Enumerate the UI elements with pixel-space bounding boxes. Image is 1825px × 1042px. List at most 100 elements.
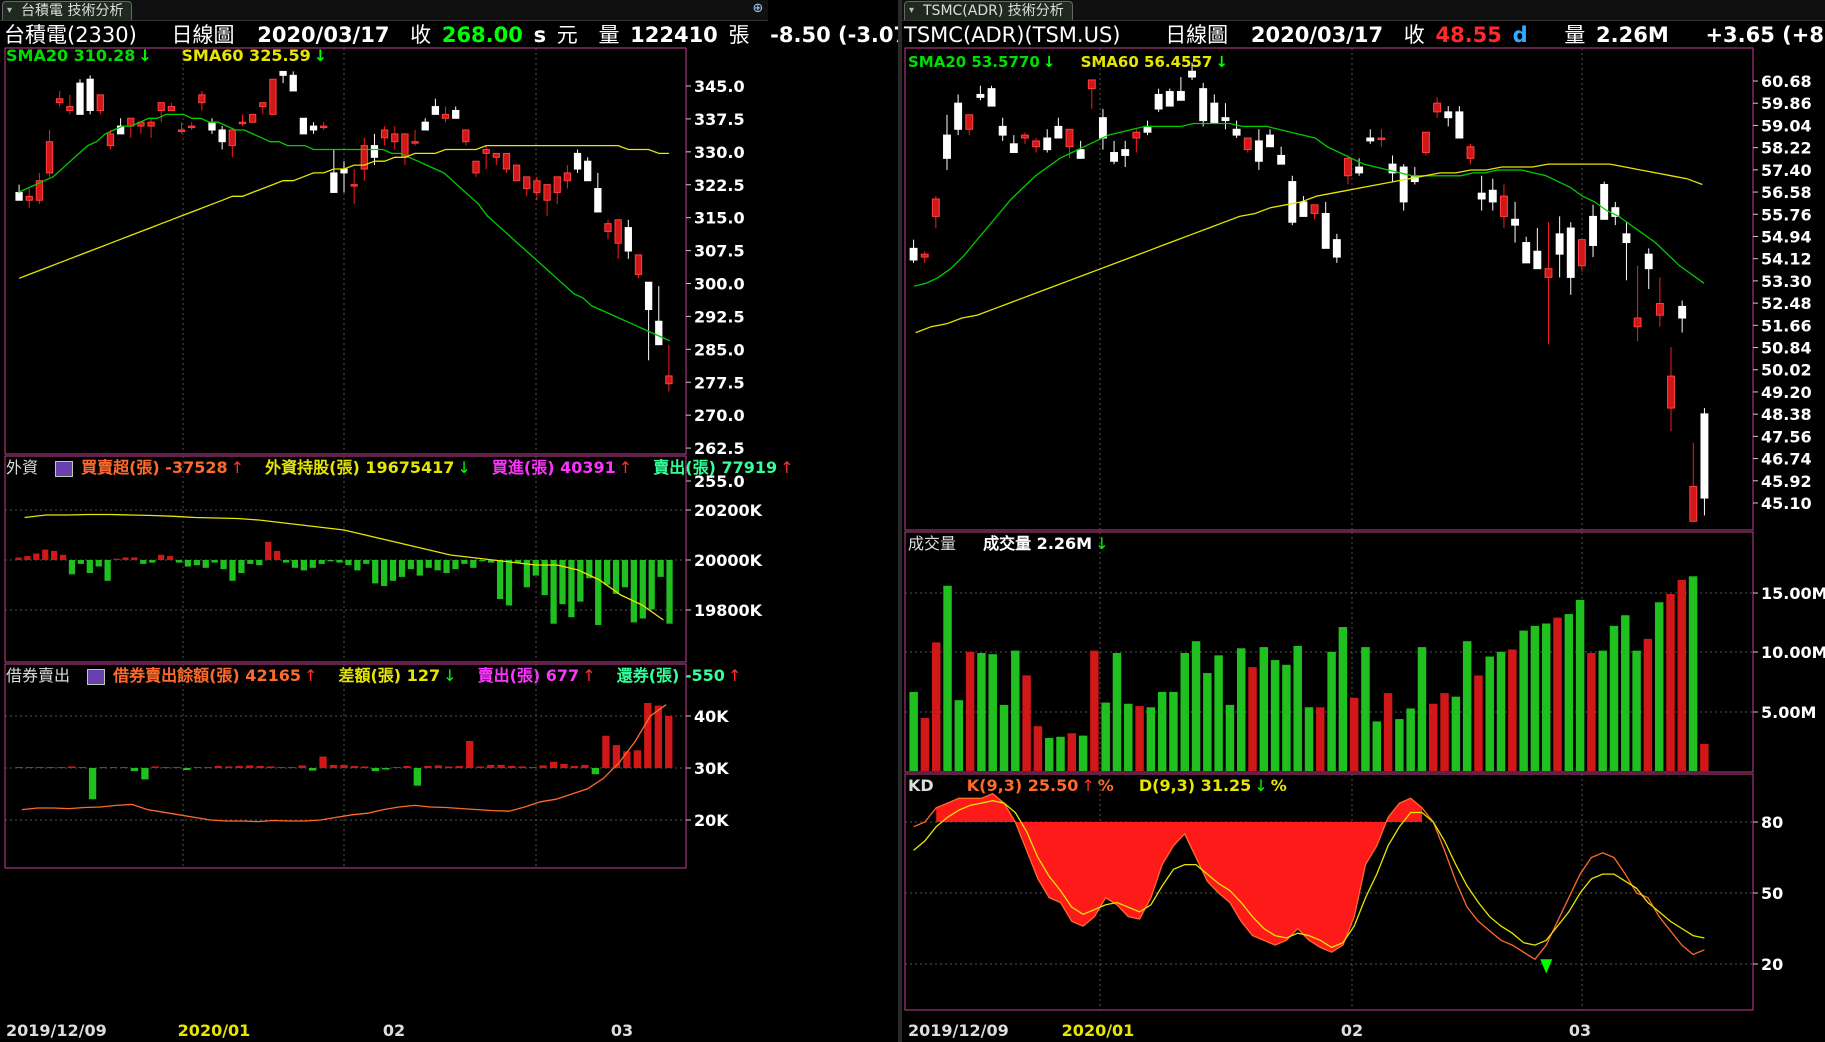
candle [1589,215,1597,246]
foreign-net-bar [345,560,352,566]
candle [289,74,297,92]
volume-bar [1417,647,1427,771]
lending-net-bar [539,765,547,768]
volume-bar [1395,719,1404,771]
right-price-tick: 52.48 [1761,294,1812,313]
candle [299,117,308,135]
foreign-net-bar [398,560,406,577]
foreign-net-bar [273,550,281,560]
volume-bar [1575,599,1585,771]
lending-net-bar [528,766,537,768]
foreign-net-bar [238,560,245,573]
foreign-net-bar [648,560,655,610]
lending-net-bar [602,735,610,768]
candle [157,102,165,111]
right-price-tick: 45.92 [1761,472,1812,491]
lending-net-bar [361,766,369,768]
candle [533,180,541,193]
candle [1243,137,1252,151]
candle [56,98,64,104]
candle [1600,183,1609,220]
foreign-net-bar [300,560,307,571]
volume-bar [1621,615,1630,771]
candle [1210,102,1219,124]
right-vol-tick: 15.00M [1761,584,1825,603]
candle [573,152,582,170]
lending-net-bar [371,768,380,772]
candle [931,198,940,217]
right-price-tick: 55.76 [1761,205,1812,224]
lending-net-bar [434,765,442,768]
candle [1466,146,1475,159]
lending-net-bar [623,751,631,768]
candle [976,93,985,98]
candle [920,253,929,258]
lending-net-bar [476,766,484,768]
foreign-net-bar [612,560,620,594]
candle [1165,91,1174,107]
candle [987,88,996,107]
candle [594,188,602,213]
candle [228,129,236,147]
candle [1032,140,1041,148]
volume-bar [1361,647,1370,771]
foreign-net-bar [639,560,646,619]
candle [218,129,226,143]
volume-bar [954,700,964,771]
candle [1143,125,1152,133]
candle [1511,218,1520,226]
lending-net-bar [424,765,432,768]
lending-net-bar [455,765,463,768]
candle [1043,137,1052,151]
candle [1310,204,1319,215]
volume-bar [1033,726,1043,771]
candle [472,160,480,174]
candle [584,160,592,182]
candle [1121,149,1130,156]
volume-bar [1203,673,1212,771]
foreign-net-bar [265,541,272,560]
candle [1332,239,1341,258]
candle [1622,233,1631,244]
right-price-tick: 49.20 [1761,383,1812,402]
volume-bar [1429,703,1438,771]
candle [1299,201,1308,217]
volume-bar [1485,656,1494,771]
right-price-tick: 47.56 [1761,427,1812,446]
volume-bar [1383,693,1393,771]
right-price-tick: 51.66 [1761,316,1812,335]
volume-bar [1632,650,1641,771]
volume-bar [1349,697,1359,771]
left-chart-canvas[interactable]: 345.0 337.5 330.0 322.5 315.0 307.5 300.0 292.5… [0,0,768,1042]
volume-bar [1530,625,1540,771]
lending-net-bar [88,768,97,800]
foreign-net-bar [15,557,22,560]
foreign-net-bar [354,560,361,571]
candle [411,141,419,144]
foreign-net-bar [363,560,370,564]
x-tick-label: 2019/12/09 [908,1021,1009,1040]
candle [1154,93,1163,110]
left-ind1-frame [4,455,687,663]
foreign-net-bar [425,560,432,568]
candle [391,133,399,143]
candle [421,121,429,131]
candle [553,176,561,193]
right-price-tick: 46.74 [1761,450,1812,469]
right-chart-canvas[interactable]: 60.68 59.86 59.04 58.22 57.40 56.58 55.76 54.94… [902,0,1825,1042]
candle [1199,88,1208,122]
foreign-net-bar [389,560,397,581]
foreign-net-bar [202,560,209,568]
volume-bar [1282,664,1291,771]
candle [1065,128,1074,148]
foreign-net-bar [42,549,49,560]
foreign-net-bar [452,560,459,570]
volume-bar [1587,653,1596,771]
candle [614,219,622,244]
lending-net-bar [130,768,139,772]
volume-bar [1157,691,1167,771]
candle [665,375,673,385]
left-price-tick: 345.0 [694,77,745,96]
lending-net-bar [466,740,474,768]
volume-bar [1519,630,1528,771]
